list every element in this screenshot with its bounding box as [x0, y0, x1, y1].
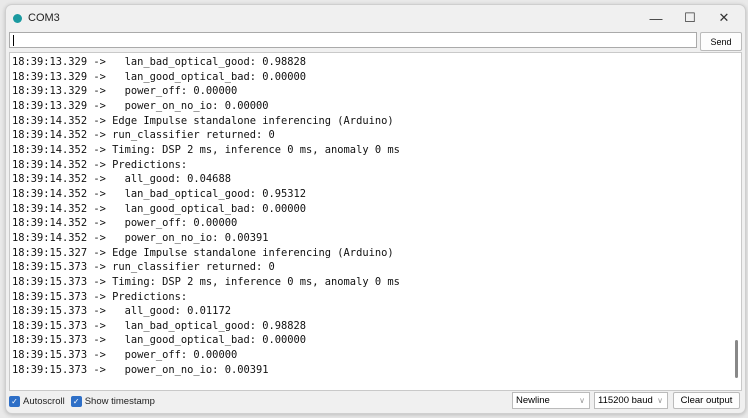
- maximize-button[interactable]: ☐: [673, 5, 707, 31]
- output-line: 18:39:14.352 -> lan_good_optical_bad: 0.…: [12, 202, 307, 215]
- output-line: 18:39:14.352 -> lan_bad_optical_good: 0.…: [12, 187, 307, 200]
- arduino-logo-icon: [13, 13, 22, 23]
- autoscroll-label: Autoscroll: [23, 395, 65, 407]
- output-line: 18:39:15.373 -> lan_bad_optical_good: 0.…: [12, 319, 307, 332]
- minimize-button[interactable]: —: [639, 5, 673, 31]
- output-line: 18:39:14.352 -> Edge Impulse standalone …: [12, 114, 394, 127]
- text-caret: [13, 35, 14, 46]
- send-button[interactable]: Send: [700, 32, 742, 51]
- chevron-down-icon: ∨: [579, 396, 585, 405]
- output-lines: 18:39:13.329 -> lan_bad_optical_good: 0.…: [12, 55, 400, 377]
- output-line: 18:39:15.373 -> power_off: 0.00000: [12, 349, 238, 362]
- show-timestamp-label: Show timestamp: [84, 395, 155, 407]
- line-ending-value: Newline: [516, 395, 550, 406]
- scrollbar-thumb[interactable]: [735, 340, 738, 378]
- output-line: 18:39:15.327 -> Edge Impulse standalone …: [12, 246, 394, 259]
- output-line: 18:39:14.352 -> Predictions:: [12, 158, 188, 171]
- clear-output-button[interactable]: Clear output: [673, 392, 740, 409]
- output-line: 18:39:15.373 -> all_good: 0.01172: [12, 305, 231, 318]
- scrollbar[interactable]: [732, 54, 740, 389]
- output-line: 18:39:15.373 -> lan_good_optical_bad: 0.…: [12, 334, 307, 347]
- window-title: COM3: [28, 12, 60, 24]
- output-line: 18:39:13.329 -> lan_bad_optical_good: 0.…: [12, 56, 307, 68]
- output-line: 18:39:14.352 -> all_good: 0.04688: [12, 173, 231, 186]
- output-line: 18:39:13.329 -> power_off: 0.00000: [12, 85, 238, 98]
- serial-monitor-window: COM3 — ☐ ✕ Send 18:39:13.329 -> lan_bad_…: [5, 4, 746, 414]
- output-line: 18:39:14.352 -> power_off: 0.00000: [12, 217, 238, 230]
- show-timestamp-checkbox[interactable]: ✓: [70, 395, 82, 407]
- output-line: 18:39:15.373 -> run_classifier returned:…: [12, 261, 275, 274]
- title-bar: COM3: [6, 5, 745, 31]
- output-line: 18:39:14.352 -> run_classifier returned:…: [12, 129, 275, 142]
- close-button[interactable]: ✕: [707, 5, 741, 31]
- serial-output[interactable]: 18:39:13.329 -> lan_bad_optical_good: 0.…: [9, 52, 742, 391]
- line-ending-select[interactable]: Newline ∨: [512, 392, 590, 409]
- baud-select[interactable]: 115200 baud ∨: [594, 392, 668, 409]
- message-input[interactable]: [9, 32, 697, 48]
- output-line: 18:39:15.373 -> Timing: DSP 2 ms, infere…: [12, 275, 400, 288]
- output-line: 18:39:14.352 -> Timing: DSP 2 ms, infere…: [12, 143, 400, 156]
- output-line: 18:39:15.373 -> power_on_no_io: 0.00391: [12, 363, 269, 376]
- output-line: 18:39:13.329 -> power_on_no_io: 0.00000: [12, 99, 269, 112]
- output-line: 18:39:15.373 -> Predictions:: [12, 290, 188, 303]
- chevron-down-icon: ∨: [657, 396, 663, 405]
- baud-value: 115200 baud: [598, 395, 653, 406]
- output-line: 18:39:14.352 -> power_on_no_io: 0.00391: [12, 231, 269, 244]
- autoscroll-checkbox[interactable]: ✓: [9, 395, 20, 407]
- output-line: 18:39:13.329 -> lan_good_optical_bad: 0.…: [12, 70, 307, 83]
